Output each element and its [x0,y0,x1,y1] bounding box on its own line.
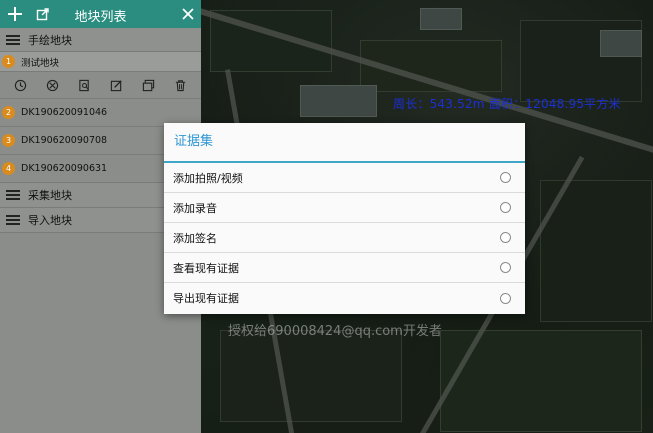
plot-name: DK190620090631 [21,163,108,174]
plot-index-badge: 3 [2,134,15,147]
plot-name: 测试地块 [21,57,60,69]
plot-index-badge: 4 [2,162,15,175]
radio-button[interactable] [500,202,511,213]
group-label: 导入地块 [28,214,72,227]
search-doc-icon[interactable] [75,76,93,94]
measure-readout: 周长：543.52m 面积：12048.95平方米 [393,97,621,111]
radio-button[interactable] [500,232,511,243]
list-icon [6,34,20,45]
option-label: 添加拍照/视频 [173,171,243,185]
dialog-title: 证据集 [164,123,525,163]
option-label: 查看现有证据 [173,261,239,275]
option-label: 添加签名 [173,231,217,245]
edit-icon[interactable] [108,76,126,94]
group-label: 手绘地块 [28,33,72,47]
option-label: 导出现有证据 [173,292,239,305]
plot-name: DK190620090708 [21,135,108,146]
panel-title: 地块列表 [74,10,127,25]
layers-icon[interactable] [140,76,158,94]
trash-icon[interactable] [172,76,190,94]
group-label: 采集地块 [28,189,72,202]
option-add-signature[interactable]: 添加签名 [164,223,525,253]
plot-index-badge: 1 [2,55,15,68]
plot-index-badge: 2 [2,106,15,119]
panel-header: 地块列表 [0,0,201,28]
plot-item[interactable]: 1 测试地块 [0,52,201,72]
group-manual-plots[interactable]: 手绘地块 [0,28,201,52]
option-add-recording[interactable]: 添加录音 [164,193,525,223]
option-view-evidence[interactable]: 查看现有证据 [164,253,525,283]
location-icon[interactable] [43,76,61,94]
radio-button[interactable] [500,262,511,273]
map-watermark: 授权给690008424@qq.com开发者 [228,324,442,339]
option-add-photo-video[interactable]: 添加拍照/视频 [164,163,525,193]
clock-icon[interactable] [11,76,29,94]
plot-toolbar [0,72,201,99]
radio-button[interactable] [500,292,511,304]
plot-name: DK190620091046 [21,107,108,118]
radio-button[interactable] [500,172,511,183]
close-icon[interactable] [178,4,198,24]
option-export-evidence[interactable]: 导出现有证据 [164,283,525,313]
option-label: 添加录音 [173,201,217,215]
list-icon [6,215,20,225]
list-icon [6,190,20,200]
evidence-dialog: 证据集 添加拍照/视频 添加录音 添加签名 查看现有证据 导出现有证据 [164,123,525,314]
